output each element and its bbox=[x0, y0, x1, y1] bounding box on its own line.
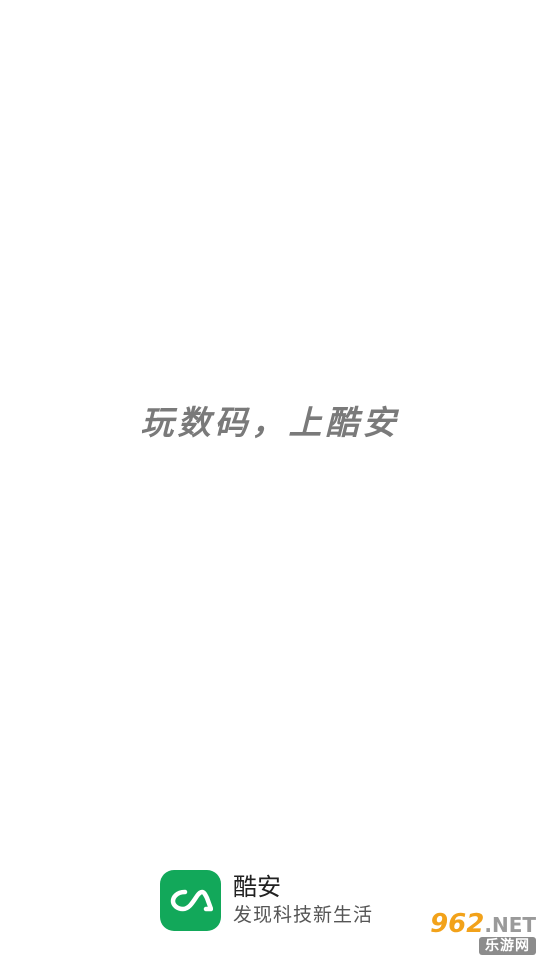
site-watermark: 962 .NET 乐游网 bbox=[400, 909, 536, 956]
app-name: 酷安 bbox=[233, 873, 281, 901]
splash-screen: 玩数码，上酷安 酷安 发现科技新生活 962 .NET 乐游网 bbox=[0, 0, 540, 960]
watermark-domain: .NET bbox=[484, 913, 536, 937]
watermark-logo: 962 .NET bbox=[430, 909, 536, 939]
watermark-site-name: 乐游网 bbox=[479, 937, 536, 955]
app-tagline: 发现科技新生活 bbox=[233, 904, 374, 926]
watermark-number: 962 bbox=[430, 909, 485, 939]
brand-text: 酷安 发现科技新生活 bbox=[233, 872, 373, 928]
brand-block: 酷安 发现科技新生活 bbox=[160, 869, 373, 931]
splash-slogan: 玩数码，上酷安 bbox=[140, 403, 400, 442]
coolapk-logo-icon bbox=[160, 869, 221, 931]
